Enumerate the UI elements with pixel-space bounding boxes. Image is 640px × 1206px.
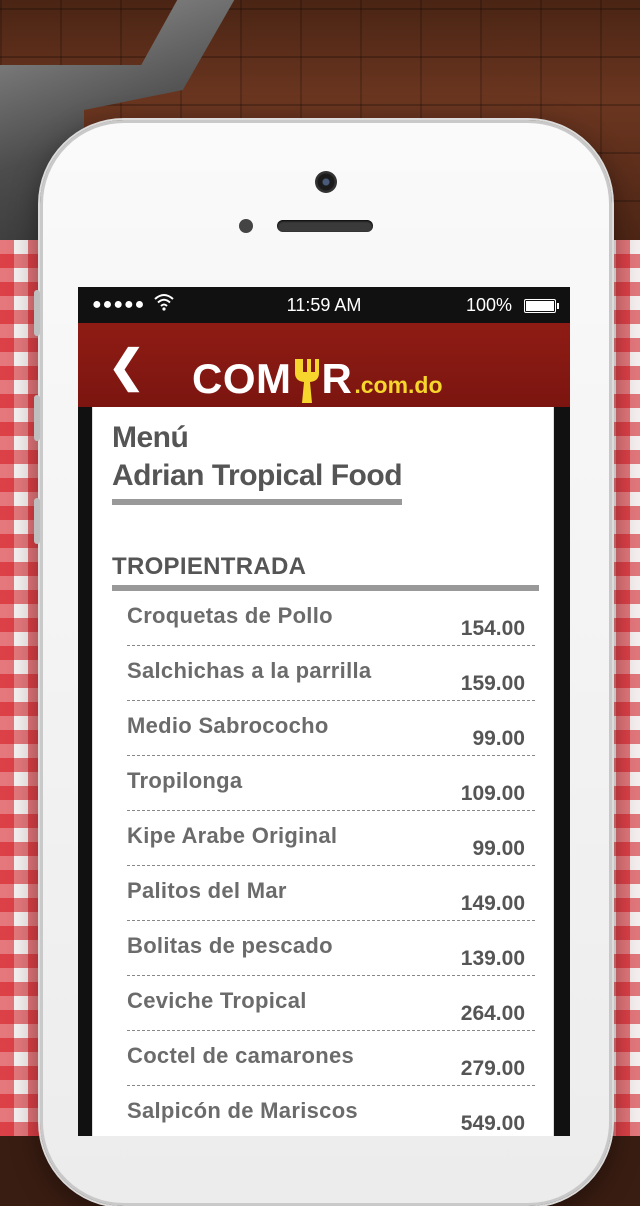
menu-item-price: 109.00	[460, 782, 525, 805]
back-button[interactable]: ❮	[108, 341, 145, 392]
front-camera-icon	[315, 171, 337, 193]
menu-item-name: Tropilonga	[127, 768, 243, 793]
menu-heading: Menú	[112, 421, 189, 454]
menu-item-name: Ceviche Tropical	[127, 988, 307, 1013]
menu-item[interactable]: Palitos del Mar 149.00	[127, 866, 535, 921]
menu-item[interactable]: Salchichas a la parrilla 159.00	[127, 646, 535, 701]
restaurant-name: Adrian Tropical Food	[112, 457, 403, 505]
menu-item[interactable]: Medio Sabrococho 99.00	[127, 701, 535, 756]
battery-icon	[524, 299, 559, 313]
menu-item-name: Kipe Arabe Original	[127, 823, 338, 848]
menu-item-price: 279.00	[460, 1057, 525, 1080]
mute-switch	[34, 290, 40, 336]
menu-item-price: 99.00	[472, 837, 525, 860]
fork-icon	[293, 357, 321, 403]
menu-item[interactable]: Bolitas de pescado 139.00	[127, 921, 535, 976]
comer-logo: COM R .com.do	[192, 345, 443, 403]
menu-item-price: 99.00	[472, 727, 525, 750]
logo-domain: .com.do	[354, 372, 443, 398]
menu-item-list: Croquetas de Pollo 154.00 Salchichas a l…	[127, 591, 535, 1136]
menu-item-name: Croquetas de Pollo	[127, 603, 333, 628]
menu-item-name: Medio Sabrococho	[127, 713, 329, 738]
menu-item[interactable]: Ceviche Tropical 264.00	[127, 976, 535, 1031]
logo-text-left: COM	[192, 355, 292, 402]
battery-percent: 100%	[465, 295, 512, 315]
menu-item[interactable]: Croquetas de Pollo 154.00	[127, 591, 535, 646]
menu-section-title: TROPIENTRADA	[112, 553, 539, 591]
menu-item-price: 139.00	[460, 947, 525, 970]
menu-item-price: 159.00	[460, 672, 525, 695]
menu-item-price: 149.00	[460, 892, 525, 915]
proximity-sensor	[239, 219, 253, 233]
earpiece-speaker	[277, 220, 373, 232]
volume-down-button	[34, 498, 40, 544]
menu-item-name: Coctel de camarones	[127, 1043, 355, 1068]
status-bar: ●●●●● 11:59 AM 100%	[78, 287, 570, 323]
menu-item-price: 264.00	[460, 1002, 525, 1025]
menu-item-price: 549.00	[460, 1112, 525, 1135]
menu-item[interactable]: Salpicón de Mariscos 549.00	[127, 1086, 535, 1136]
logo-text-right: R	[321, 355, 353, 402]
menu-item-name: Palitos del Mar	[127, 878, 287, 903]
menu-item[interactable]: Coctel de camarones 279.00	[127, 1031, 535, 1086]
menu-item-price: 154.00	[460, 617, 525, 640]
app-header: ❮ COM R .com.do	[78, 323, 570, 407]
menu-item[interactable]: Kipe Arabe Original 99.00	[127, 811, 535, 866]
menu-item[interactable]: Tropilonga 109.00	[127, 756, 535, 811]
menu-item-name: Salpicón de Mariscos	[127, 1098, 358, 1123]
app-screen: ●●●●● 11:59 AM 100% ❮ COM R .com.do Menú…	[78, 287, 570, 1136]
menu-content: Menú Adrian Tropical Food TROPIENTRADA C…	[92, 407, 554, 1136]
volume-up-button	[34, 395, 40, 441]
menu-item-name: Bolitas de pescado	[127, 933, 333, 958]
menu-item-name: Salchichas a la parrilla	[127, 658, 372, 683]
